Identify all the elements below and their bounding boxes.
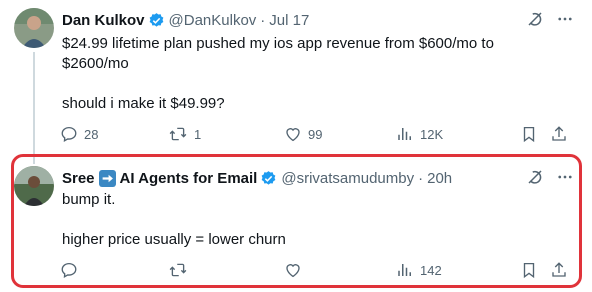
share-icon: [552, 262, 566, 277]
views-icon: [398, 128, 411, 140]
like-button[interactable]: 99: [284, 124, 396, 144]
more-icon[interactable]: [556, 168, 574, 191]
views-count: 12K: [420, 126, 444, 142]
tweet-top-icons: [526, 168, 574, 191]
grok-icon[interactable]: [526, 10, 544, 33]
retweet-button[interactable]: 1: [168, 124, 284, 144]
author-handle[interactable]: @DanKulkov: [169, 12, 257, 29]
avatar[interactable]: [14, 8, 54, 48]
reply-icon: [61, 262, 77, 278]
bookmark-button[interactable]: [520, 260, 550, 280]
share-button[interactable]: [550, 260, 570, 280]
reply-count: 28: [84, 126, 99, 142]
retweet-button[interactable]: [168, 260, 284, 280]
tweet-time[interactable]: 20h: [427, 170, 452, 187]
retweet-icon: [169, 263, 187, 277]
like-button[interactable]: [284, 260, 396, 280]
author-name-part1[interactable]: Sree: [62, 170, 95, 187]
separator-dot: ·: [418, 169, 424, 187]
tweet-top-icons: [526, 10, 574, 33]
reply-button[interactable]: 28: [60, 124, 168, 144]
share-icon: [552, 126, 566, 141]
tweet-header: Sree AI Agents for Email @srivatsamudumb…: [62, 168, 452, 188]
views-icon: [398, 264, 411, 276]
tweet-time[interactable]: Jul 17: [269, 12, 309, 29]
tweet-text: bump it. higher price usually = lower ch…: [62, 191, 286, 248]
author-name-part2[interactable]: AI Agents for Email: [120, 170, 258, 187]
reply-tweet[interactable]: Sree AI Agents for Email @srivatsamudumb…: [0, 150, 592, 292]
avatar[interactable]: [14, 166, 54, 206]
views-button[interactable]: 142: [396, 260, 520, 280]
tweet-actions: 28 1 99 12K: [60, 124, 576, 144]
like-icon: [286, 264, 300, 278]
like-count: 99: [308, 126, 323, 142]
arrow-right-emoji: [98, 169, 116, 187]
tweet-actions: 142: [60, 260, 576, 280]
more-icon[interactable]: [556, 10, 574, 33]
thread-line: [33, 52, 35, 164]
views-count: 142: [420, 262, 442, 278]
bookmark-button[interactable]: [520, 124, 550, 144]
retweet-count: 1: [194, 126, 202, 142]
tweet[interactable]: Dan Kulkov @DanKulkov · Jul 17 $24.99 li…: [0, 0, 592, 164]
grok-icon[interactable]: [526, 168, 544, 191]
verified-icon: [260, 170, 277, 187]
author-name[interactable]: Dan Kulkov: [62, 12, 145, 29]
separator-dot: ·: [260, 11, 266, 29]
verified-icon: [148, 12, 165, 29]
retweet-icon: [169, 127, 187, 141]
tweet-text: $24.99 lifetime plan pushed my ios app r…: [62, 35, 494, 112]
tweet-header: Dan Kulkov @DanKulkov · Jul 17: [62, 10, 309, 30]
reply-icon: [61, 126, 77, 142]
reply-button[interactable]: [60, 260, 168, 280]
bookmark-icon: [523, 126, 535, 143]
bookmark-icon: [523, 262, 535, 279]
share-button[interactable]: [550, 124, 570, 144]
views-button[interactable]: 12K: [396, 124, 520, 144]
like-icon: [286, 128, 300, 142]
author-handle[interactable]: @srivatsamudumby: [281, 170, 414, 187]
